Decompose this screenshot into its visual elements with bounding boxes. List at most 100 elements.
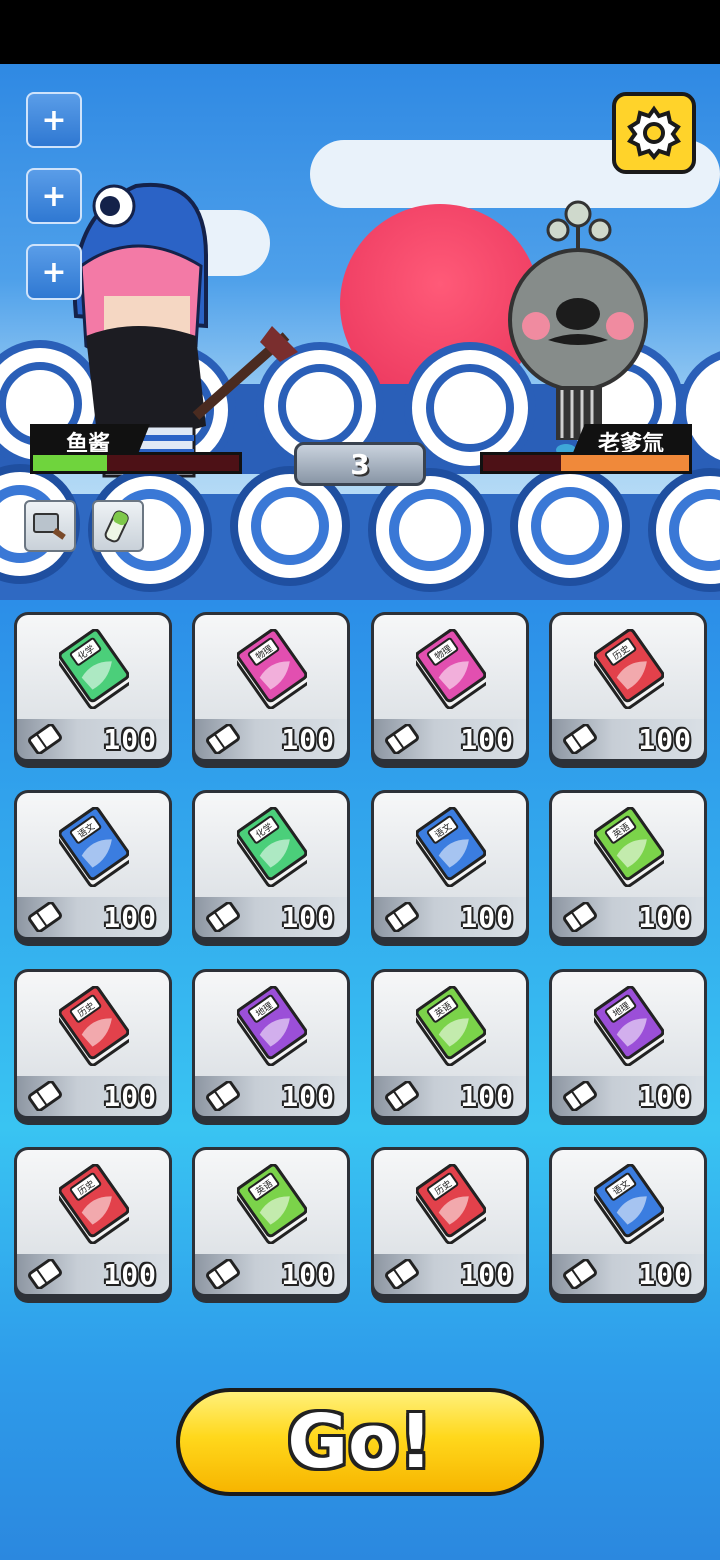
card-cost: 100 <box>103 1257 157 1291</box>
card-cost: 100 <box>460 1079 514 1113</box>
card-image-area: 英语 <box>552 793 704 897</box>
card-cost-bar: 100 <box>552 897 704 937</box>
go-button[interactable]: Go! <box>176 1388 544 1496</box>
eraser-icon <box>385 902 419 932</box>
textbook-icon: 历史 <box>59 986 129 1066</box>
card-image-area: 历史 <box>17 972 169 1076</box>
eraser-icon <box>28 1259 62 1289</box>
card-image-area: 语文 <box>552 1150 704 1254</box>
status-bar <box>0 0 720 64</box>
card-cost: 100 <box>281 1257 335 1291</box>
eraser-icon <box>563 724 597 754</box>
textbook-icon: 物理 <box>416 629 486 709</box>
go-label: Go! <box>287 1399 433 1485</box>
card-image-area: 语文 <box>17 793 169 897</box>
textbook-icon: 英语 <box>594 807 664 887</box>
card-image-area: 地理 <box>195 972 347 1076</box>
add-button-2[interactable]: + <box>26 168 82 224</box>
textbook-icon: 语文 <box>594 1164 664 1244</box>
card-image-area: 语文 <box>374 793 526 897</box>
card-image-area: 物理 <box>374 615 526 719</box>
textbook-icon: 英语 <box>237 1164 307 1244</box>
book-card[interactable]: 语文 100 <box>549 1147 707 1303</box>
card-image-area: 化学 <box>195 793 347 897</box>
card-cost-bar: 100 <box>374 719 526 759</box>
card-cost: 100 <box>103 900 157 934</box>
book-card[interactable]: 物理 100 <box>192 612 350 768</box>
eraser-icon <box>563 902 597 932</box>
card-cost: 100 <box>638 900 692 934</box>
eraser-icon <box>206 1081 240 1111</box>
book-card[interactable]: 地理 100 <box>192 969 350 1125</box>
book-card[interactable]: 语文 100 <box>371 790 529 946</box>
book-card[interactable]: 历史 100 <box>371 1147 529 1303</box>
book-card[interactable]: 物理 100 <box>371 612 529 768</box>
textbook-icon: 英语 <box>416 986 486 1066</box>
book-card[interactable]: 历史 100 <box>14 1147 172 1303</box>
plus-icon: + <box>41 102 67 138</box>
textbook-icon: 历史 <box>59 1164 129 1244</box>
card-cost-bar: 100 <box>17 719 169 759</box>
player-hp-fill <box>33 455 108 471</box>
enemy-hp-fill <box>561 455 689 471</box>
add-button-3[interactable]: + <box>26 244 82 300</box>
card-cost-bar: 100 <box>195 1254 347 1294</box>
card-image-area: 历史 <box>374 1150 526 1254</box>
settings-button[interactable] <box>612 92 696 174</box>
book-card[interactable]: 地理 100 <box>549 969 707 1125</box>
book-card[interactable]: 化学 100 <box>14 612 172 768</box>
card-cost-bar: 100 <box>17 1254 169 1294</box>
book-card[interactable]: 化学 100 <box>192 790 350 946</box>
book-card[interactable]: 英语 100 <box>549 790 707 946</box>
turn-counter: 3 <box>294 442 426 486</box>
card-cost-bar: 100 <box>195 897 347 937</box>
card-cost-bar: 100 <box>552 1254 704 1294</box>
card-cost-bar: 100 <box>374 1254 526 1294</box>
card-image-area: 化学 <box>17 615 169 719</box>
card-cost: 100 <box>281 900 335 934</box>
eraser-icon <box>385 1259 419 1289</box>
eraser-icon <box>563 1259 597 1289</box>
card-cost-bar: 100 <box>17 897 169 937</box>
card-cost-bar: 100 <box>552 719 704 759</box>
book-card[interactable]: 历史 100 <box>549 612 707 768</box>
card-image-area: 英语 <box>374 972 526 1076</box>
textbook-icon: 地理 <box>594 986 664 1066</box>
book-card[interactable]: 历史 100 <box>14 969 172 1125</box>
book-card[interactable]: 英语 100 <box>192 1147 350 1303</box>
gear-icon <box>627 105 681 161</box>
eraser-icon <box>206 902 240 932</box>
card-cost-bar: 100 <box>552 1076 704 1116</box>
cleaver-icon <box>33 513 66 540</box>
textbook-icon: 物理 <box>237 629 307 709</box>
card-image-area: 英语 <box>195 1150 347 1254</box>
card-cost: 100 <box>638 1079 692 1113</box>
card-cost: 100 <box>638 722 692 756</box>
card-cost: 100 <box>460 722 514 756</box>
textbook-icon: 历史 <box>416 1164 486 1244</box>
card-cost: 100 <box>281 1079 335 1113</box>
card-cost-bar: 100 <box>17 1076 169 1116</box>
textbook-icon: 历史 <box>594 629 664 709</box>
eraser-icon <box>206 1259 240 1289</box>
eraser-icon <box>28 902 62 932</box>
card-cost: 100 <box>103 1079 157 1113</box>
add-button-1[interactable]: + <box>26 92 82 148</box>
card-image-area: 历史 <box>17 1150 169 1254</box>
plus-icon: + <box>41 254 67 290</box>
card-cost: 100 <box>281 722 335 756</box>
textbook-icon: 化学 <box>59 629 129 709</box>
card-cost-bar: 100 <box>195 719 347 759</box>
book-card[interactable]: 英语 100 <box>371 969 529 1125</box>
card-cost-bar: 100 <box>374 1076 526 1116</box>
player-hp-bar <box>30 452 242 474</box>
card-cost: 100 <box>460 900 514 934</box>
textbook-icon: 地理 <box>237 986 307 1066</box>
eraser-icon <box>385 1081 419 1111</box>
item-slot-scallion[interactable] <box>92 500 144 552</box>
book-card[interactable]: 语文 100 <box>14 790 172 946</box>
scallion-icon <box>104 510 129 543</box>
card-cost-bar: 100 <box>374 897 526 937</box>
item-slot-cleaver[interactable] <box>24 500 76 552</box>
textbook-icon: 语文 <box>59 807 129 887</box>
